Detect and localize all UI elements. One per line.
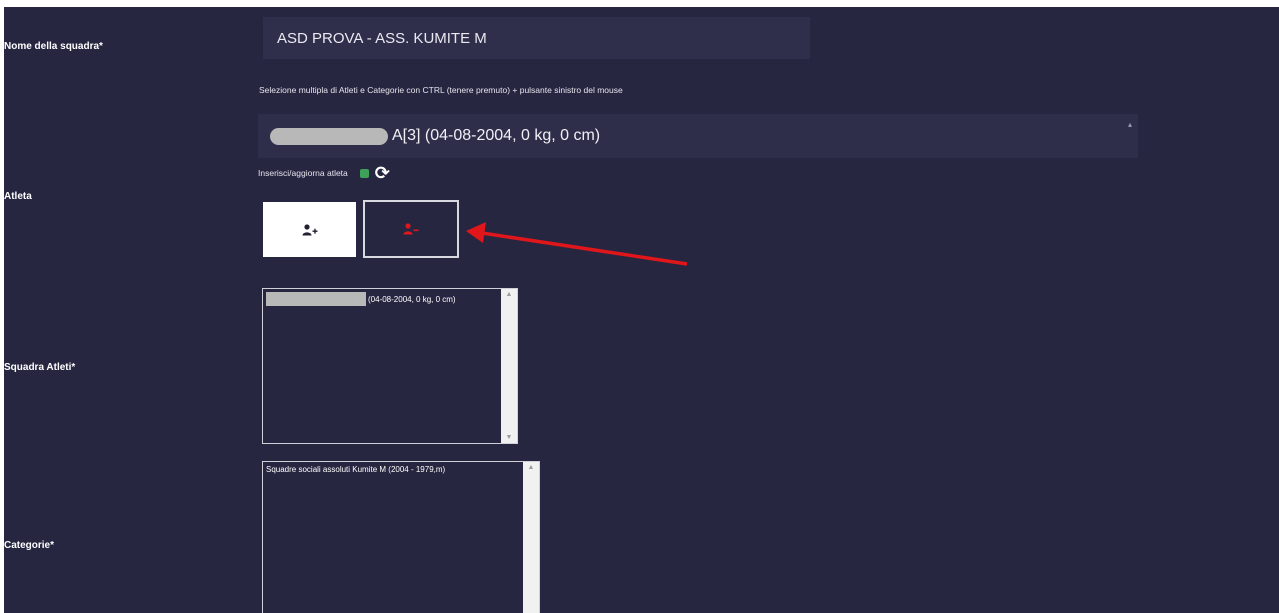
scrollbar[interactable]: ▲ ▼ (501, 289, 517, 443)
scroll-up-icon[interactable]: ▲ (501, 291, 517, 298)
scrollbar[interactable]: ▲ (523, 462, 539, 613)
team-athletes-label: Squadra Atleti* (4, 362, 76, 373)
redacted-athlete-name (266, 292, 366, 306)
list-item[interactable]: Squadre sociali assoluti Kumite M (2004 … (266, 465, 445, 474)
categories-listbox[interactable]: Squadre sociali assoluti Kumite M (2004 … (262, 461, 540, 613)
annotation-arrow (466, 222, 688, 266)
categories-label: Categorie* (4, 540, 55, 551)
list-item[interactable]: (04-08-2004, 0 kg, 0 cm) (266, 292, 456, 306)
scroll-up-icon[interactable]: ▲ (523, 464, 539, 471)
team-athletes-listbox[interactable]: (04-08-2004, 0 kg, 0 cm) ▲ ▼ (262, 288, 518, 444)
scroll-down-icon[interactable]: ▼ (501, 434, 517, 441)
form-panel: Nome della squadra* ASD PROVA - ASS. KUM… (4, 7, 1279, 613)
